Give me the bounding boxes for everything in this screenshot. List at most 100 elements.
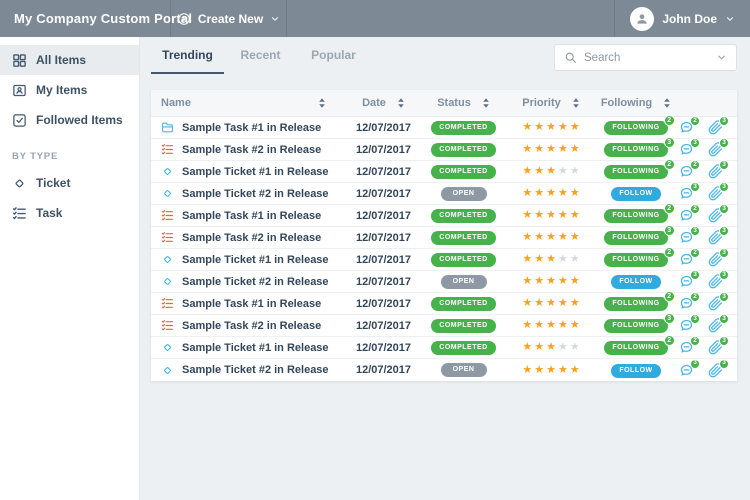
- sort-icon[interactable]: [397, 98, 405, 108]
- attachments-button[interactable]: 3: [708, 363, 723, 378]
- sort-icon[interactable]: [572, 98, 580, 108]
- item-name[interactable]: Sample Task #1 in Release: [182, 298, 321, 310]
- follow-button[interactable]: FOLLOWING2: [604, 120, 667, 135]
- row-actions: 23: [676, 164, 737, 179]
- tab-trending[interactable]: Trending: [151, 37, 224, 74]
- follow-button[interactable]: FOLLOWING2: [604, 296, 667, 311]
- create-new-button[interactable]: Create New: [170, 0, 287, 37]
- status-badge: COMPLETED: [431, 319, 495, 333]
- follow-cell: FOLLOWING3: [596, 142, 676, 157]
- attachments-button[interactable]: 3: [708, 340, 723, 355]
- star-icon: ★: [570, 232, 580, 243]
- status-badge: COMPLETED: [431, 231, 495, 245]
- attachments-button[interactable]: 3: [708, 274, 723, 289]
- comments-count-badge: 2: [690, 248, 700, 258]
- search-box[interactable]: [554, 44, 737, 71]
- follow-button[interactable]: FOLLOWING2: [604, 164, 667, 179]
- table-row[interactable]: Sample Ticket #1 in Release12/07/2017COM…: [151, 161, 737, 183]
- follow-button[interactable]: FOLLOWING3: [604, 318, 667, 333]
- follow-count-badge: 3: [664, 137, 675, 148]
- follow-button[interactable]: FOLLOWING3: [604, 142, 667, 157]
- tab-popular[interactable]: Popular: [297, 37, 370, 74]
- follow-button[interactable]: FOLLOWING2: [604, 252, 667, 267]
- attachments-count-badge: 3: [719, 270, 729, 280]
- comments-button[interactable]: 3: [679, 363, 694, 378]
- comments-button[interactable]: 3: [679, 186, 694, 201]
- follow-button[interactable]: FOLLOW: [611, 274, 660, 289]
- comments-button[interactable]: 2: [679, 252, 694, 267]
- item-name[interactable]: Sample Ticket #2 in Release: [182, 276, 329, 288]
- item-name-cell: Sample Task #1 in Release: [151, 121, 346, 134]
- table-row[interactable]: Sample Task #1 in Release12/07/2017COMPL…: [151, 293, 737, 315]
- tab-recent[interactable]: Recent: [224, 37, 297, 74]
- status-badge: OPEN: [441, 363, 487, 377]
- attachments-button[interactable]: 3: [708, 318, 723, 333]
- sort-icon[interactable]: [663, 98, 671, 108]
- user-menu[interactable]: John Doe: [614, 0, 750, 37]
- item-name[interactable]: Sample Ticket #1 in Release: [182, 166, 329, 178]
- attachments-button[interactable]: 3: [708, 120, 723, 135]
- attachments-count-badge: 3: [719, 160, 729, 170]
- follow-button[interactable]: FOLLOWING3: [604, 230, 667, 245]
- comments-button[interactable]: 2: [679, 120, 694, 135]
- comments-button[interactable]: 2: [679, 164, 694, 179]
- attachments-button[interactable]: 3: [708, 296, 723, 311]
- attachments-button[interactable]: 3: [708, 164, 723, 179]
- table-row[interactable]: Sample Ticket #2 in Release12/07/2017OPE…: [151, 359, 737, 381]
- table-row[interactable]: Sample Task #1 in Release12/07/2017COMPL…: [151, 205, 737, 227]
- status-cell: OPEN: [421, 187, 506, 201]
- follow-button[interactable]: FOLLOWING2: [604, 340, 667, 355]
- comments-button[interactable]: 3: [679, 318, 694, 333]
- sidebar-item-my-items[interactable]: My Items: [0, 75, 139, 105]
- item-name[interactable]: Sample Ticket #1 in Release: [182, 254, 329, 266]
- item-name[interactable]: Sample Ticket #2 in Release: [182, 364, 329, 376]
- chevron-down-icon[interactable]: [716, 52, 727, 63]
- attachments-button[interactable]: 3: [708, 186, 723, 201]
- item-name[interactable]: Sample Task #2 in Release: [182, 232, 321, 244]
- follow-button[interactable]: FOLLOWING2: [604, 208, 667, 223]
- sidebar-item-all-items[interactable]: All Items: [0, 45, 139, 75]
- comments-button[interactable]: 3: [679, 274, 694, 289]
- table-row[interactable]: Sample Task #2 in Release12/07/2017COMPL…: [151, 315, 737, 337]
- status-badge: COMPLETED: [431, 253, 495, 267]
- comments-button[interactable]: 2: [679, 208, 694, 223]
- item-name[interactable]: Sample Ticket #2 in Release: [182, 188, 329, 200]
- row-actions: 33: [676, 363, 737, 378]
- follow-button[interactable]: FOLLOW: [611, 363, 660, 378]
- follow-button[interactable]: FOLLOW: [611, 186, 660, 201]
- comments-button[interactable]: 2: [679, 296, 694, 311]
- star-icon: ★: [534, 365, 544, 376]
- item-name[interactable]: Sample Ticket #1 in Release: [182, 342, 329, 354]
- table-row[interactable]: Sample Ticket #1 in Release12/07/2017COM…: [151, 249, 737, 271]
- comments-button[interactable]: 3: [679, 230, 694, 245]
- star-icon: ★: [558, 342, 568, 353]
- item-name-cell: Sample Ticket #1 in Release: [151, 341, 346, 354]
- item-name-cell: Sample Task #1 in Release: [151, 209, 346, 222]
- attachments-button[interactable]: 3: [708, 252, 723, 267]
- follow-cell: FOLLOW: [596, 186, 676, 201]
- sort-icon[interactable]: [482, 98, 490, 108]
- table-row[interactable]: Sample Ticket #2 in Release12/07/2017OPE…: [151, 271, 737, 293]
- sidebar-item-task[interactable]: Task: [0, 198, 139, 228]
- sort-icon[interactable]: [318, 98, 326, 108]
- table-row[interactable]: Sample Ticket #1 in Release12/07/2017COM…: [151, 337, 737, 359]
- search-input[interactable]: [584, 52, 709, 64]
- attachments-button[interactable]: 3: [708, 230, 723, 245]
- sidebar-item-ticket[interactable]: Ticket: [0, 168, 139, 198]
- table-row[interactable]: Sample Task #2 in Release12/07/2017COMPL…: [151, 139, 737, 161]
- table-row[interactable]: Sample Task #1 in Release12/07/2017COMPL…: [151, 117, 737, 139]
- sidebar-item-label: My Items: [36, 83, 87, 97]
- comments-button[interactable]: 3: [679, 142, 694, 157]
- status-cell: COMPLETED: [421, 121, 506, 135]
- table-row[interactable]: Sample Ticket #2 in Release12/07/2017OPE…: [151, 183, 737, 205]
- table-row[interactable]: Sample Task #2 in Release12/07/2017COMPL…: [151, 227, 737, 249]
- item-name[interactable]: Sample Task #2 in Release: [182, 144, 321, 156]
- attachments-button[interactable]: 3: [708, 142, 723, 157]
- item-name[interactable]: Sample Task #1 in Release: [182, 122, 321, 134]
- attachments-button[interactable]: 3: [708, 208, 723, 223]
- follow-label: FOLLOWING: [604, 143, 667, 157]
- item-name[interactable]: Sample Task #1 in Release: [182, 210, 321, 222]
- sidebar-item-followed-items[interactable]: Followed Items: [0, 105, 139, 135]
- item-name[interactable]: Sample Task #2 in Release: [182, 320, 321, 332]
- comments-button[interactable]: 2: [679, 340, 694, 355]
